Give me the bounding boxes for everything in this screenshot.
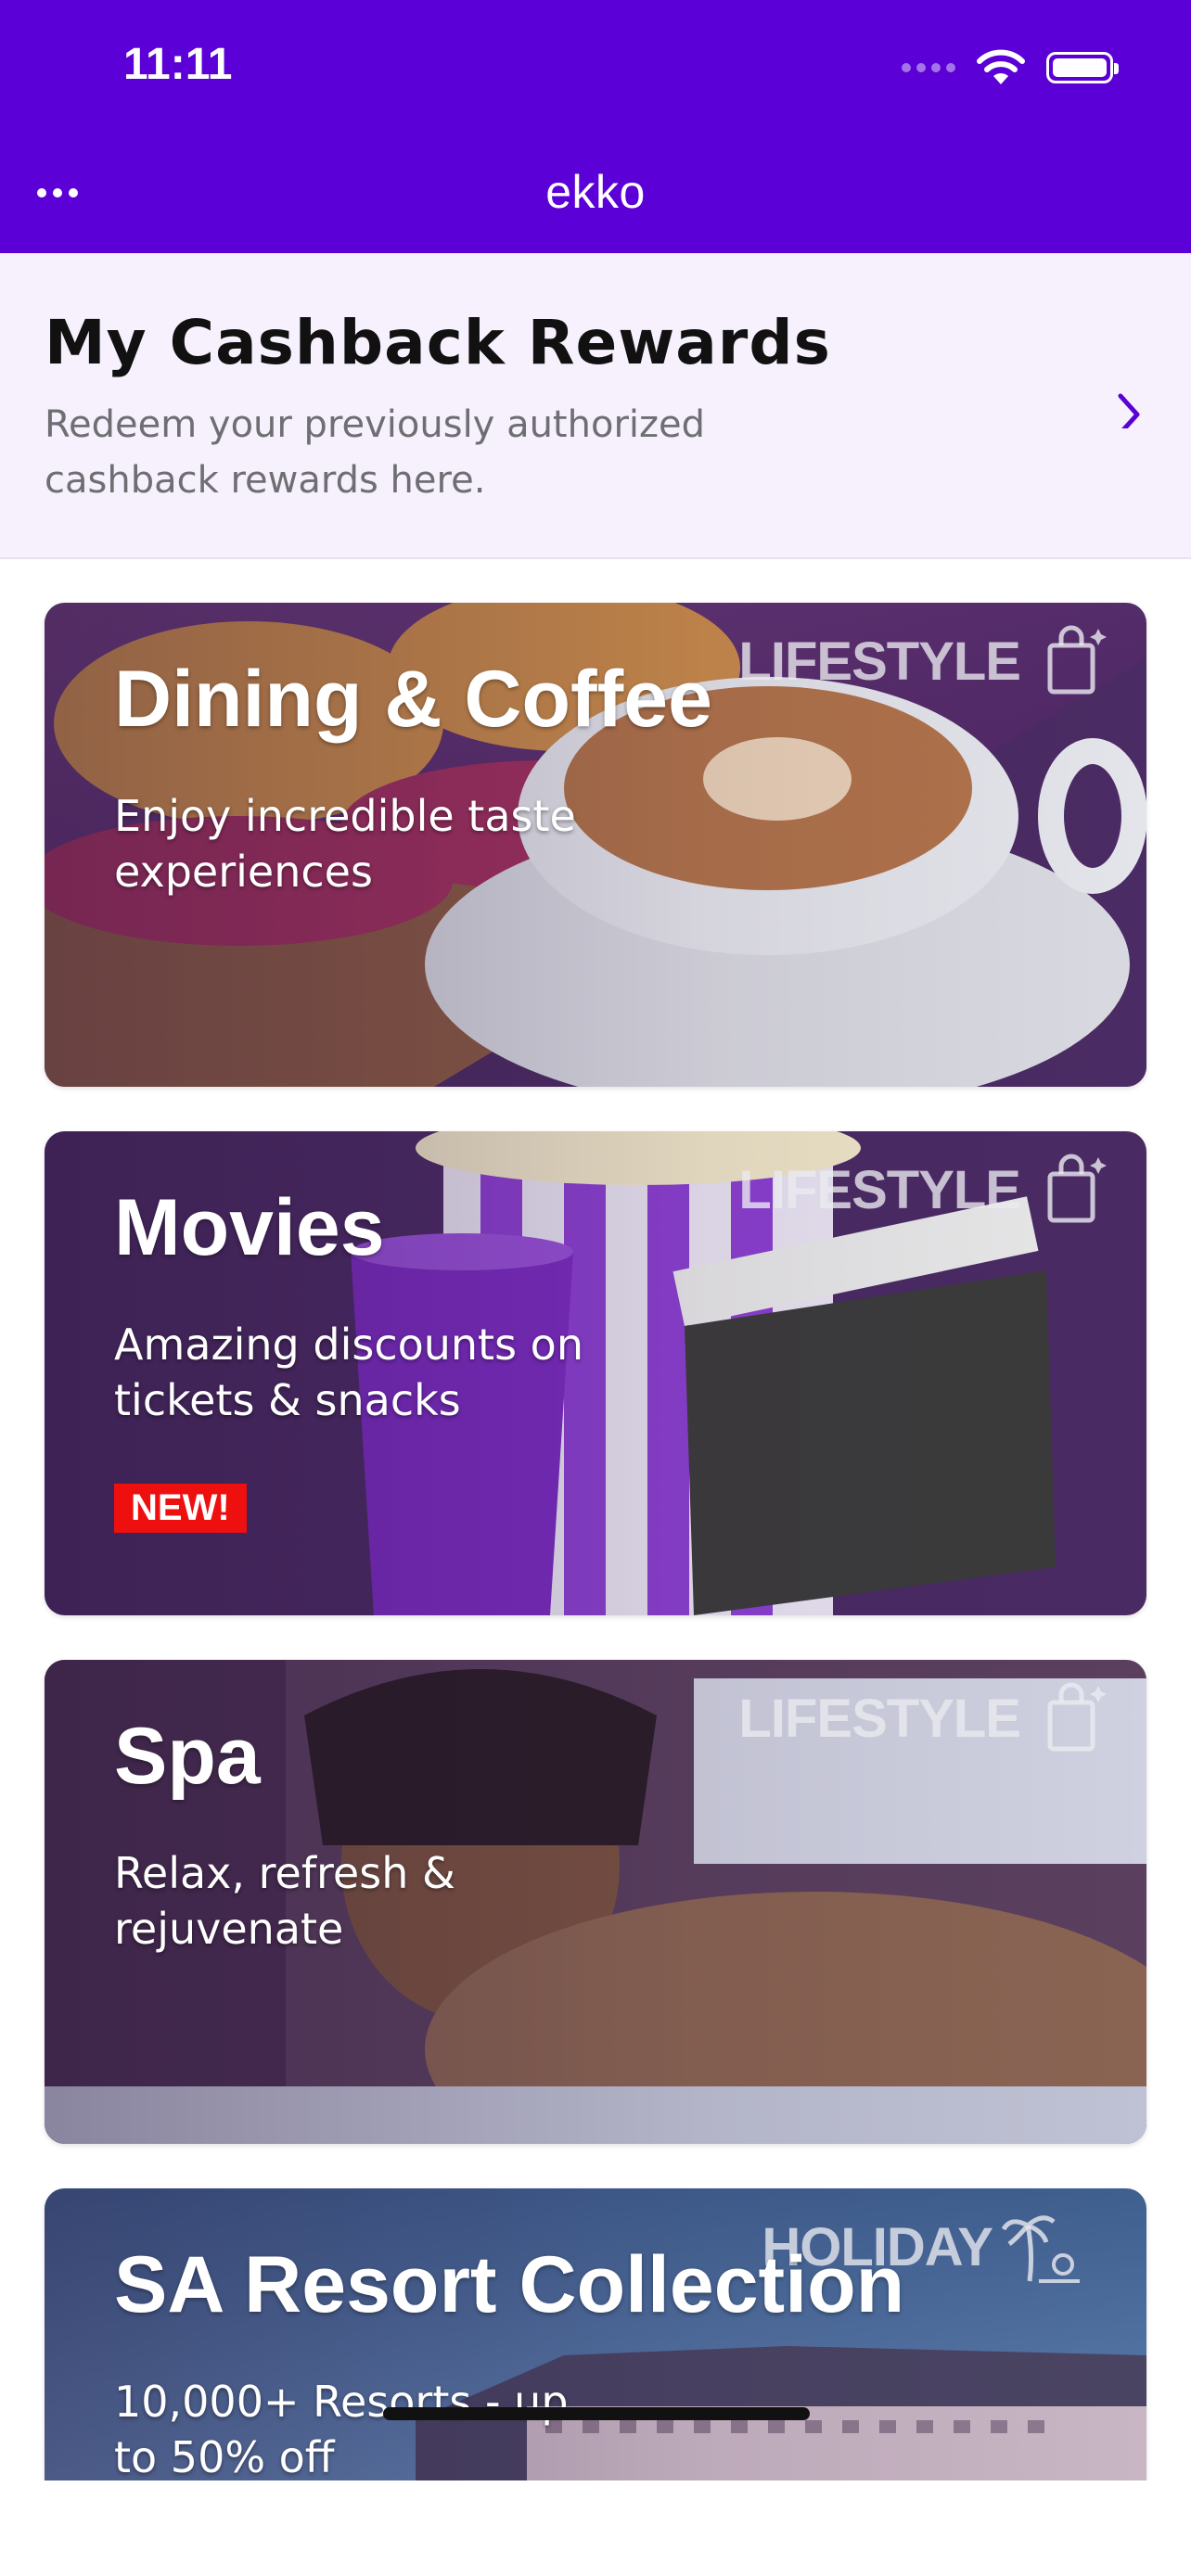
cellular-signal-icon [902, 63, 955, 72]
card-dining-coffee[interactable]: LIFESTYLE Dining & Coffee Enjoy incredib… [45, 603, 1146, 1087]
shopping-bag-icon [1047, 1154, 1107, 1223]
card-title: Spa [114, 1712, 261, 1801]
palm-tree-icon [1002, 2215, 1080, 2283]
lifestyle-tag: LIFESTYLE [738, 621, 1109, 701]
lifestyle-tag: LIFESTYLE [738, 1150, 1109, 1230]
card-subtitle: Enjoy incredible taste experiences [114, 791, 576, 897]
app-title: ekko [545, 166, 646, 218]
card-subtitle: Amazing discounts on tickets & snacks [114, 1320, 583, 1425]
card-title: Movies [114, 1183, 385, 1272]
card-movies[interactable]: LIFESTYLE Movies Amazing discounts on ti… [45, 1131, 1146, 1615]
card-title: Dining & Coffee [114, 655, 712, 744]
lifestyle-tag: LIFESTYLE [738, 1678, 1109, 1758]
new-badge: NEW! [114, 1484, 247, 1533]
chevron-right-icon [1118, 393, 1140, 428]
status-icons [902, 45, 1119, 91]
card-spa[interactable]: LIFESTYLE Spa Relax, refresh & rejuvenat… [45, 1660, 1146, 2144]
home-indicator[interactable] [383, 2407, 810, 2420]
status-time: 11:11 [123, 40, 233, 89]
card-subtitle: Relax, refresh & rejuvenate [114, 1848, 455, 1954]
cashback-subtitle: Redeem your previously authorized cashba… [45, 403, 705, 502]
battery-icon [1046, 52, 1119, 83]
wifi-icon [977, 49, 1025, 84]
nav-bar: ekko [0, 130, 1191, 253]
status-bar: 11:11 [0, 0, 1191, 130]
cashback-rewards-row[interactable]: My Cashback Rewards Redeem your previous… [0, 253, 1191, 559]
card-subtitle: 10,000+ Resorts - up to 50% off [114, 2377, 569, 2480]
shopping-bag-icon [1047, 625, 1107, 695]
card-title: SA Resort Collection [114, 2240, 905, 2329]
cashback-title: My Cashback Rewards [45, 307, 831, 378]
shopping-bag-icon [1047, 1682, 1107, 1752]
card-sa-resort-collection[interactable]: HOLIDAY SA Resort Collection 10,000+ Res… [45, 2188, 1146, 2480]
